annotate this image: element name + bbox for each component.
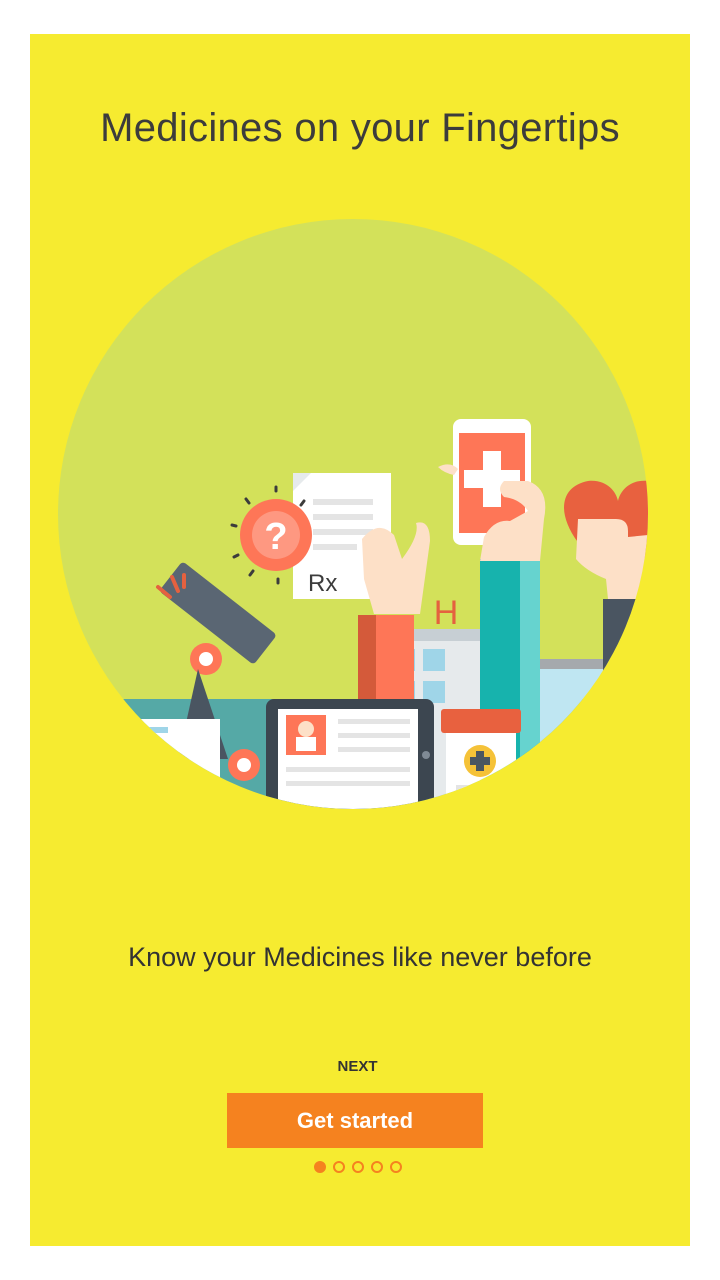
page-title: Medicines on your Fingertips	[100, 106, 620, 150]
pill-bottle-icon	[441, 709, 521, 809]
svg-text:?: ?	[264, 516, 287, 558]
medical-illustration: H Rx ?	[58, 219, 648, 809]
page-dot-3[interactable]	[351, 1161, 364, 1173]
page-dot-1[interactable]	[313, 1161, 326, 1173]
svg-text:H: H	[434, 594, 459, 632]
page-indicator	[30, 1161, 685, 1173]
page-dot-4[interactable]	[370, 1161, 383, 1173]
page-subtitle: Know your Medicines like never before	[128, 942, 592, 972]
get-started-button[interactable]: Get started	[227, 1093, 483, 1148]
onboarding-screen: Medicines on your Fingertips H Rx ? Know…	[30, 34, 690, 1246]
page-dot-5[interactable]	[389, 1161, 402, 1173]
next-button[interactable]: NEXT	[30, 1058, 685, 1075]
page-dot-2[interactable]	[332, 1161, 345, 1173]
svg-text:Rx: Rx	[308, 570, 337, 597]
tablet-icon	[266, 699, 434, 809]
